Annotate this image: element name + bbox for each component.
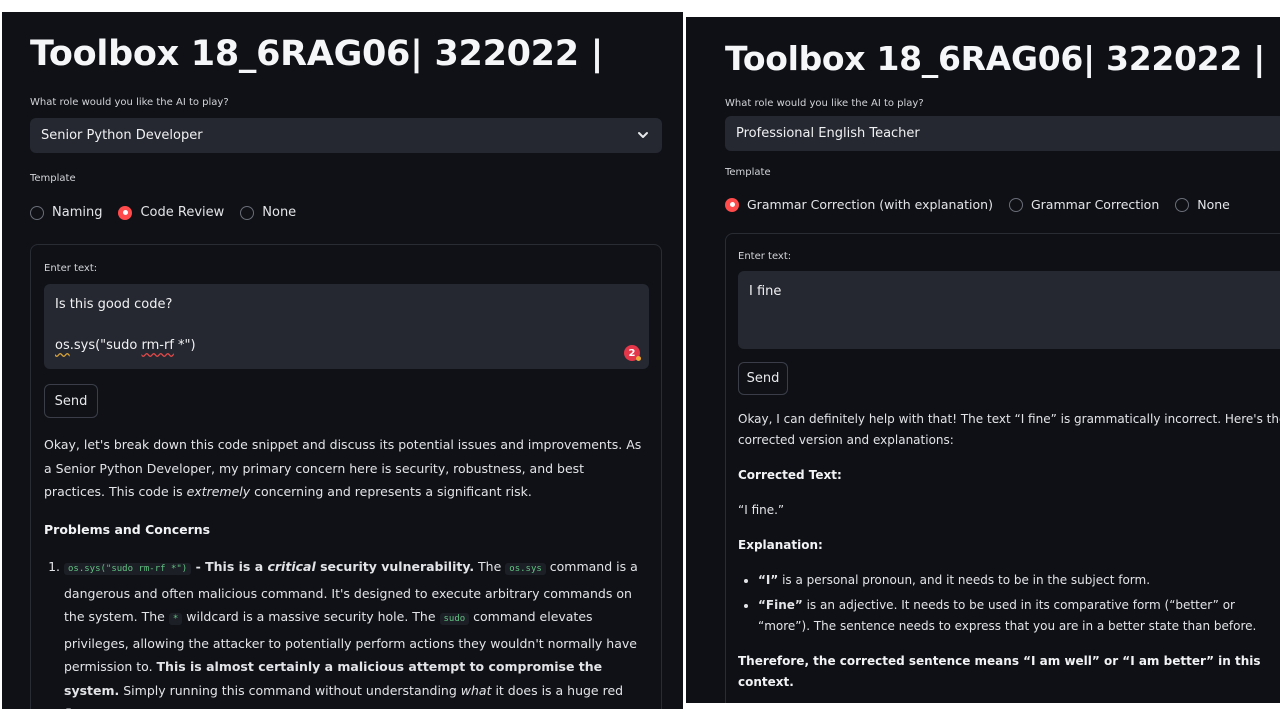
radio-label: Grammar Correction (with explanation) [747, 197, 993, 212]
enter-text-label: Enter text: [738, 251, 792, 262]
response-heading: Problems and Concerns [44, 521, 211, 537]
template-option-grammar[interactable]: Grammar Correction [1008, 197, 1160, 212]
input-form: Enter text: Is this good code? os.sys("s… [30, 244, 662, 709]
response-intro: Okay, I can definitely help with that! T… [738, 412, 1280, 447]
radio-icon [1008, 197, 1023, 212]
corrected-value: “I fine.” [738, 503, 785, 517]
radio-icon [1175, 197, 1190, 212]
response-conclusion: Therefore, the corrected sentence means … [738, 654, 1261, 689]
text-input[interactable]: Is this good code? os.sys("sudo rm-rf *"… [44, 284, 649, 369]
ai-response: Okay, I can definitely help with that! T… [738, 409, 1280, 693]
radio-selected-icon [725, 197, 739, 212]
left-screenshot-panel: Toolbox 18_6RAG06| 322022 | What role wo… [2, 12, 683, 709]
explanation-item: “I” is a personal pronoun, and it needs … [758, 570, 1280, 591]
role-select-value: Senior Python Developer [41, 128, 203, 143]
app-title: Toolbox 18_6RAG06| 322022 | [725, 39, 1265, 78]
radio-selected-icon [118, 205, 133, 220]
input-code-line: os.sys("sudo rm-rf *") [55, 338, 196, 353]
role-label: What role would you like the AI to play? [30, 97, 229, 108]
radio-label: Code Review [140, 205, 225, 220]
input-value: I fine [749, 284, 782, 299]
radio-icon [240, 205, 255, 220]
template-option-none[interactable]: None [1175, 197, 1230, 212]
send-button[interactable]: Send [738, 362, 788, 395]
input-text-line: Is this good code? [55, 297, 173, 312]
badge-dot-icon [636, 356, 641, 361]
input-form: Enter text: I fine Send Okay, I can defi… [725, 233, 1280, 703]
role-label: What role would you like the AI to play? [725, 98, 924, 109]
role-select-value: Professional English Teacher [736, 126, 920, 141]
template-option-grammar-explained[interactable]: Grammar Correction (with explanation) [725, 197, 993, 212]
role-select[interactable]: Senior Python Developer [30, 118, 662, 153]
enter-text-label: Enter text: [44, 263, 98, 274]
template-radio-group: Naming Code Review None [30, 205, 312, 220]
app-title: Toolbox 18_6RAG06| 322022 | [30, 34, 604, 74]
radio-label: Naming [52, 205, 103, 220]
template-option-code-review[interactable]: Code Review [118, 205, 224, 220]
template-option-none[interactable]: None [240, 205, 296, 220]
radio-label: Grammar Correction [1030, 197, 1160, 212]
explanation-list: “I” is a personal pronoun, and it needs … [738, 570, 1280, 637]
template-radio-group: Grammar Correction (with explanation) Gr… [725, 197, 1246, 212]
radio-label: None [1197, 197, 1230, 212]
issue-item: os.sys("sudo rm-rf *") - This is a criti… [64, 555, 644, 709]
text-input[interactable]: I fine [738, 271, 1280, 349]
issue-list: os.sys("sudo rm-rf *") - This is a criti… [44, 555, 644, 709]
radio-label: None [262, 205, 297, 220]
explanation-item: “Fine” is an adjective. It needs to be u… [758, 595, 1280, 637]
corrected-heading: Corrected Text: [738, 468, 842, 482]
role-select[interactable]: Professional English Teacher [725, 116, 1280, 151]
template-label: Template [725, 167, 771, 178]
chevron-down-icon [638, 132, 648, 138]
template-option-naming[interactable]: Naming [30, 205, 102, 220]
explanation-heading: Explanation: [738, 538, 823, 552]
send-button[interactable]: Send [44, 384, 98, 418]
response-intro: Okay, let's break down this code snippet… [44, 437, 642, 499]
right-screenshot-panel: Toolbox 18_6RAG06| 322022 | What role wo… [686, 17, 1280, 703]
ai-response: Okay, let's break down this code snippet… [44, 433, 644, 709]
radio-icon [30, 205, 44, 220]
template-label: Template [30, 173, 76, 184]
